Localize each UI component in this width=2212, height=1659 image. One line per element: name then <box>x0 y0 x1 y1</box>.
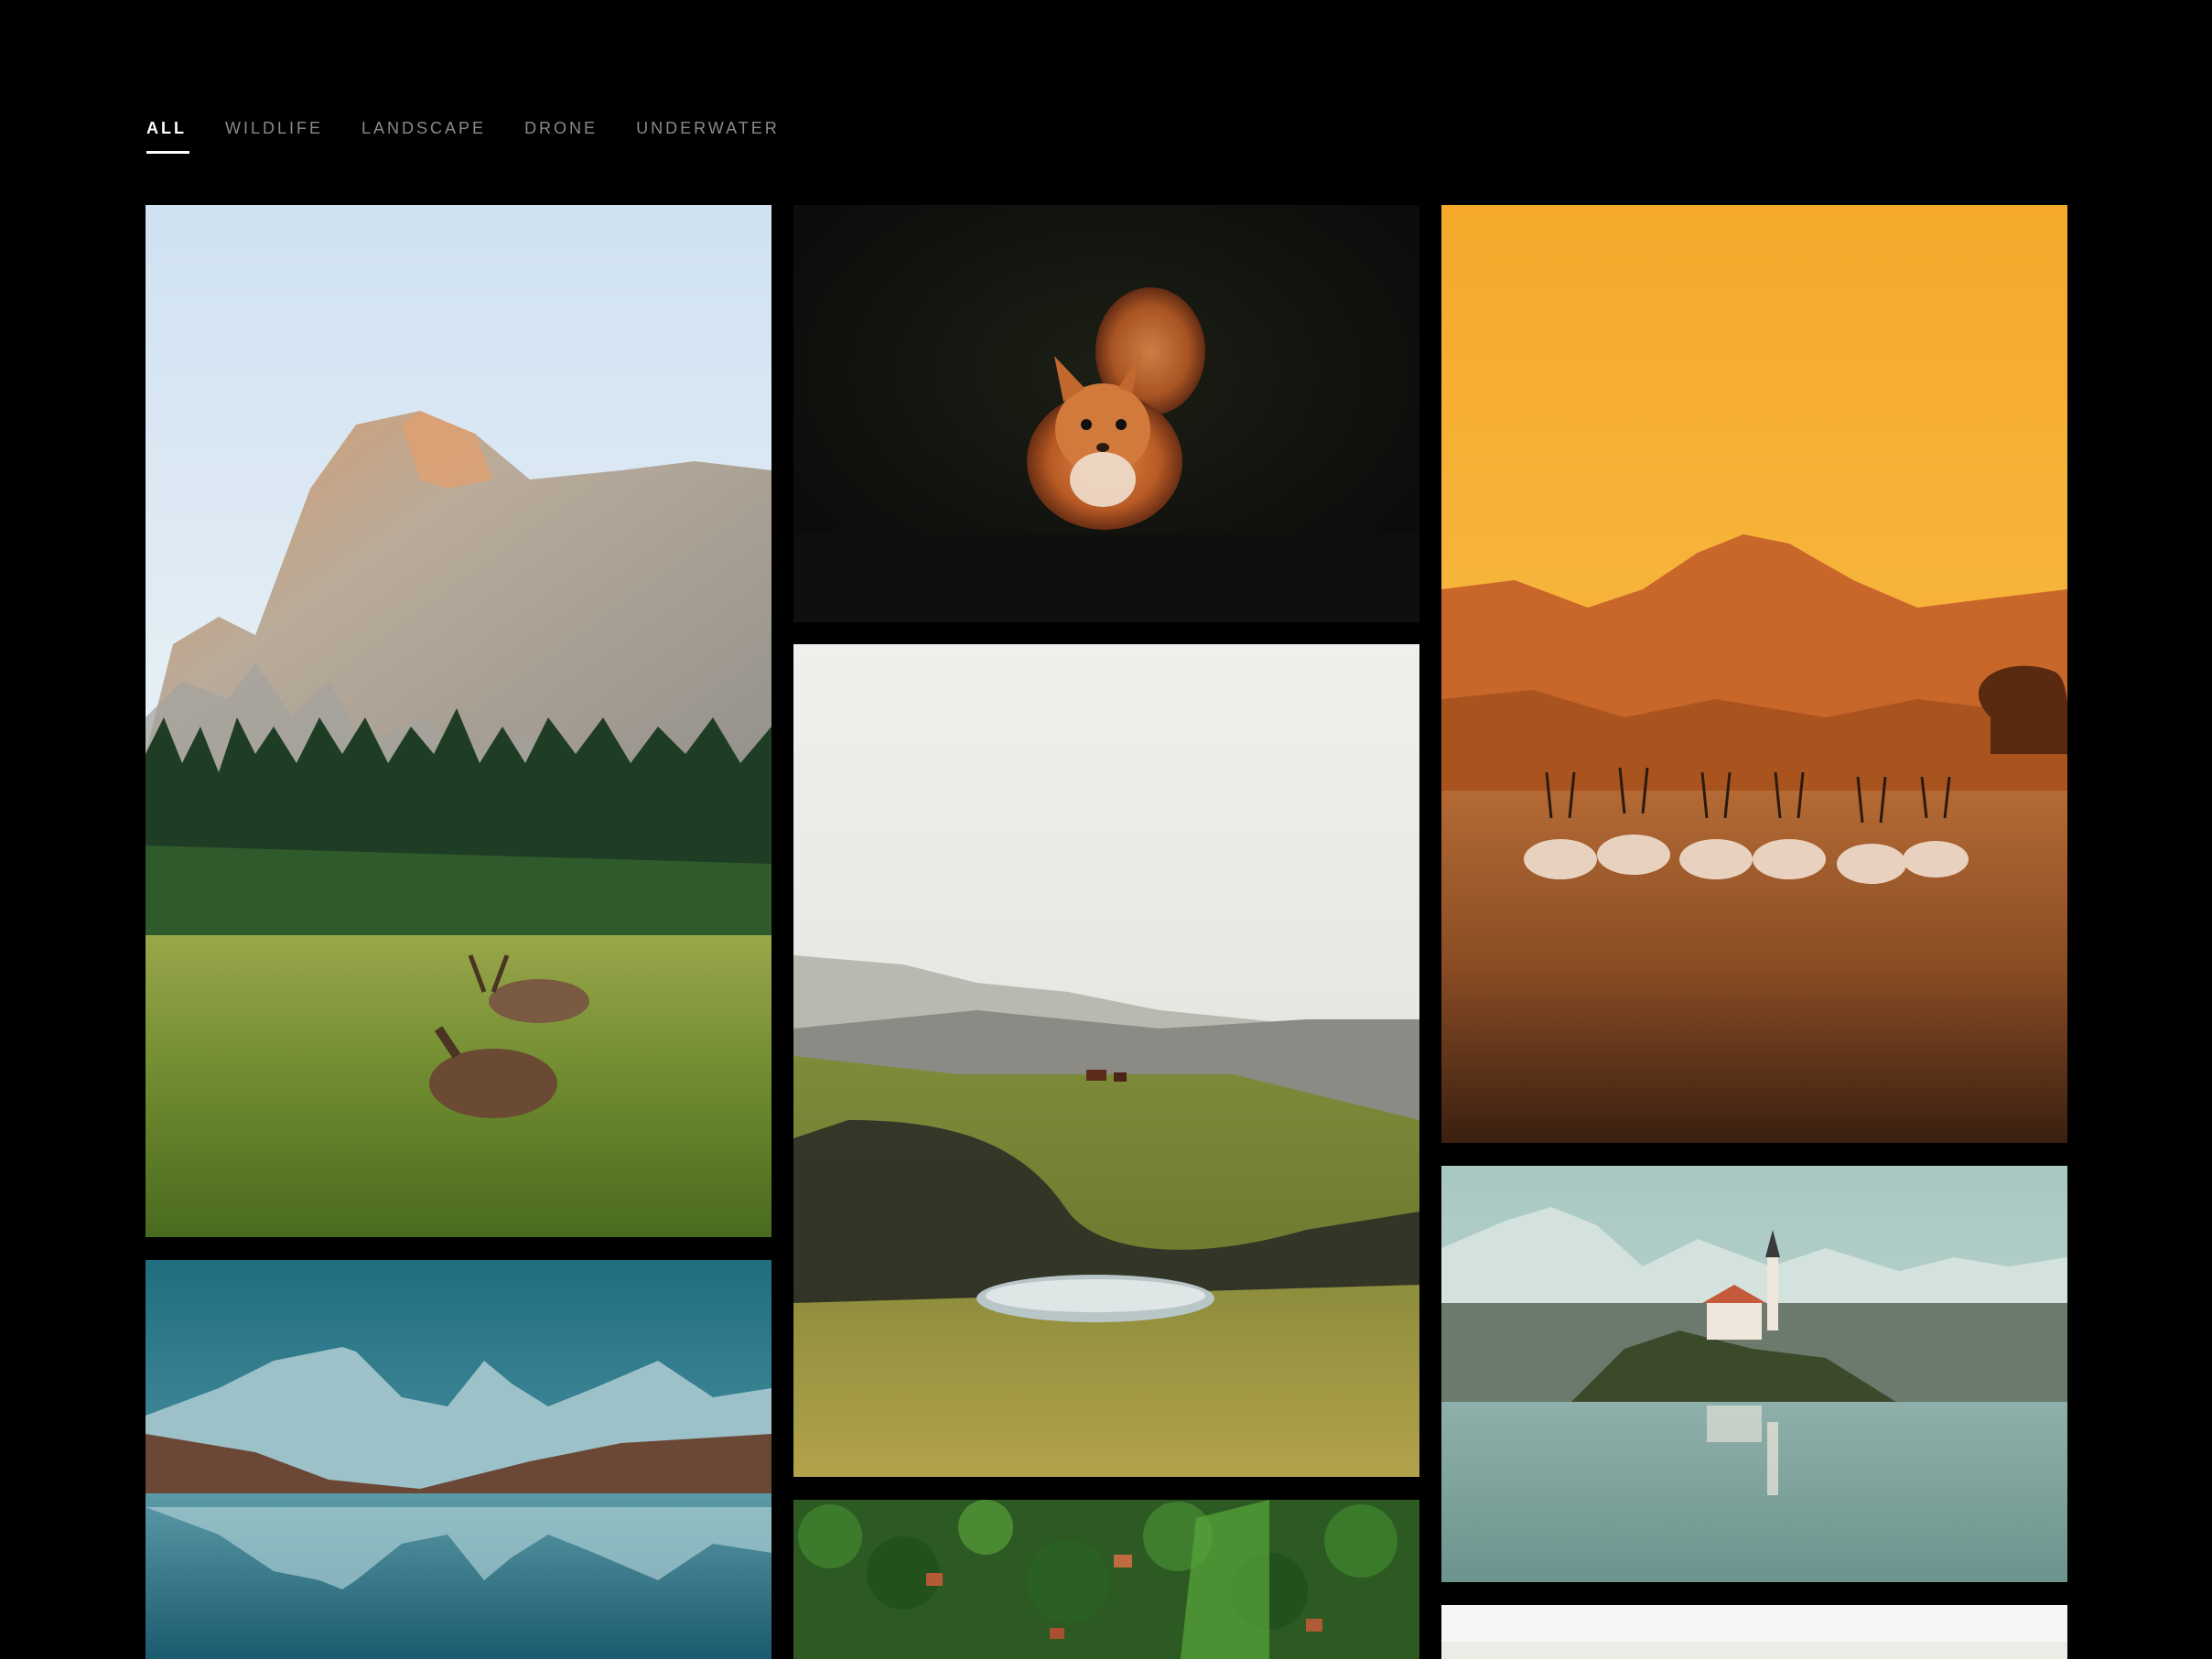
gallery-page: ALL WILDLIFE LANDSCAPE DRONE UNDERWATER <box>0 0 2212 1659</box>
lake-bled-image <box>1441 1166 2067 1582</box>
alpine-lake-image <box>146 1260 772 1659</box>
partial-light-image <box>1441 1605 2067 1659</box>
tab-all[interactable]: ALL <box>146 115 189 154</box>
filter-tabs: ALL WILDLIFE LANDSCAPE DRONE UNDERWATER <box>146 115 818 154</box>
oryx-sunset-image <box>1441 205 2067 1143</box>
half-dome-deer-image <box>146 205 772 1237</box>
photo-rolling-hills[interactable] <box>793 644 1419 1477</box>
photo-half-dome-deer[interactable] <box>146 205 772 1237</box>
photo-partial-light[interactable] <box>1441 1605 2067 1659</box>
photo-alpine-lake[interactable] <box>146 1260 772 1659</box>
photo-aerial-forest[interactable] <box>793 1500 1419 1659</box>
aerial-forest-image <box>793 1500 1419 1659</box>
photo-oryx-sunset[interactable] <box>1441 205 2067 1143</box>
tab-underwater[interactable]: UNDERWATER <box>636 115 780 154</box>
photo-red-squirrel[interactable] <box>793 205 1419 622</box>
tab-wildlife[interactable]: WILDLIFE <box>225 115 323 154</box>
photo-lake-bled[interactable] <box>1441 1166 2067 1582</box>
tab-landscape[interactable]: LANDSCAPE <box>361 115 486 154</box>
rolling-hills-image <box>793 644 1419 1477</box>
squirrel-image <box>793 205 1419 622</box>
tab-drone[interactable]: DRONE <box>524 115 598 154</box>
